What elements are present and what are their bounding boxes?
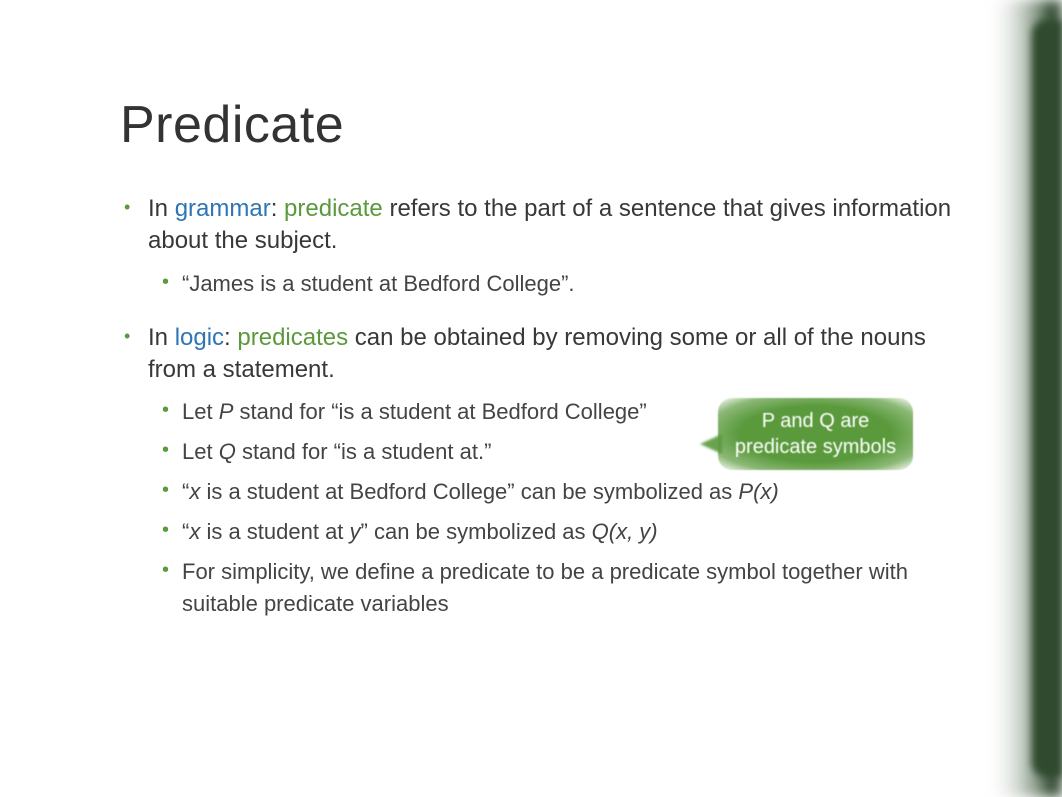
text: In	[148, 195, 175, 222]
callout-box: P and Q are predicate symbols	[718, 398, 913, 470]
callout-line2: predicate symbols	[735, 434, 896, 460]
expr-qxy: Q(x, y)	[592, 519, 658, 544]
callout-content: P and Q are predicate symbols	[718, 398, 913, 470]
sub-item: For simplicity, we define a predicate to…	[148, 556, 952, 620]
bullet-grammar: In grammar: predicate refers to the part…	[120, 193, 952, 300]
sub-list: “James is a student at Bedford College”.	[148, 268, 952, 300]
text: In	[148, 324, 175, 351]
var-x: x	[189, 519, 200, 544]
slide-title: Predicate	[120, 95, 952, 155]
var-q: Q	[219, 439, 236, 464]
text: stand for “is a student at.”	[236, 439, 492, 464]
text: “James is a student at Bedford College”.	[182, 271, 575, 296]
var-y: y	[350, 519, 361, 544]
right-accent-core	[1032, 20, 1062, 777]
text: :	[271, 195, 284, 222]
keyword-grammar: grammar	[175, 195, 271, 222]
var-p: P	[219, 399, 234, 424]
text: Let	[182, 399, 219, 424]
keyword-predicates: predicates	[237, 324, 348, 351]
slide: Predicate In grammar: predicate refers t…	[0, 0, 1062, 797]
text: is a student at Bedford College” can be …	[200, 479, 738, 504]
expr-px: P(x)	[738, 479, 778, 504]
text: is a student at	[200, 519, 349, 544]
bullet-logic: In logic: predicates can be obtained by …	[120, 322, 952, 620]
text: :	[224, 324, 237, 351]
sub-item: “x is a student at Bedford College” can …	[148, 476, 952, 508]
text: Let	[182, 439, 219, 464]
callout-line1: P and Q are	[762, 408, 869, 434]
text: stand for “is a student at Bedford Colle…	[233, 399, 646, 424]
var-x: x	[189, 479, 200, 504]
sub-item: “x is a student at y” can be symbolized …	[148, 516, 952, 548]
text: For simplicity, we define a predicate to…	[182, 559, 908, 616]
keyword-logic: logic	[175, 324, 224, 351]
text: ” can be symbolized as	[361, 519, 592, 544]
keyword-predicate: predicate	[284, 195, 383, 222]
sub-item: “James is a student at Bedford College”.	[148, 268, 952, 300]
